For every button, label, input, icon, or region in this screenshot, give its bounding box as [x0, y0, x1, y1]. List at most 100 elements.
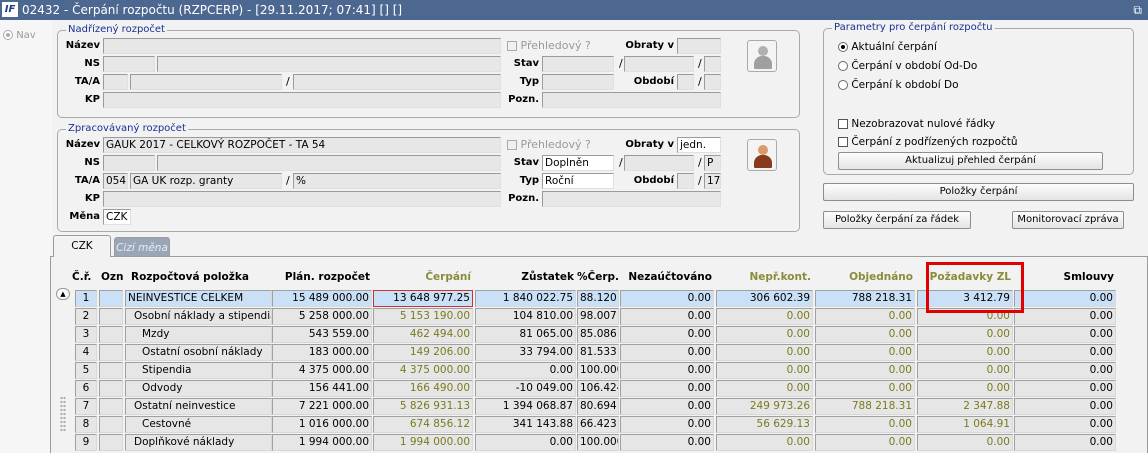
parent-stav-field-2[interactable] [624, 56, 694, 72]
radio-k-obdobi-icon[interactable] [838, 80, 848, 90]
cell-objednano[interactable]: 0.00 [815, 362, 915, 379]
proc-typ-field[interactable]: Roční [542, 173, 614, 189]
parent-stav-field-3[interactable] [704, 56, 721, 72]
cell-ozn[interactable] [99, 290, 123, 307]
cell-plan[interactable]: 4 375 000.00 [272, 362, 372, 379]
cell-neprkont[interactable]: 0.00 [716, 308, 813, 325]
cell-ozn[interactable] [99, 416, 123, 433]
cell-zustatek[interactable]: 33 794.00 [475, 344, 576, 361]
cell-item[interactable]: Stipendia [125, 362, 272, 379]
proc-obraty-field[interactable]: jedn. [677, 137, 721, 153]
cell-plan[interactable]: 156 441.00 [272, 380, 372, 397]
cell-neprkont[interactable]: 0.00 [716, 362, 813, 379]
cell-row-number[interactable]: 3 [75, 326, 97, 343]
parent-obraty-field[interactable] [677, 38, 721, 54]
cell-cerpani[interactable]: 4 375 000.00 [373, 362, 473, 379]
cell-row-number[interactable]: 6 [75, 380, 97, 397]
cell-pozadavky[interactable]: 0.00 [917, 362, 1013, 379]
proc-ns-field-2[interactable] [157, 155, 501, 171]
cell-plan[interactable]: 7 221 000.00 [272, 398, 372, 415]
parent-taa-field-1[interactable] [103, 74, 128, 90]
parent-obdobi-field-2[interactable] [704, 74, 721, 90]
parent-ns-field-2[interactable] [157, 56, 501, 72]
cell-pozadavky[interactable]: 0.00 [917, 344, 1013, 361]
cell-ozn[interactable] [99, 308, 123, 325]
cell-item[interactable]: Ostatní neinvestice [125, 398, 272, 415]
cell-cerpani[interactable]: 5 153 190.00 [373, 308, 473, 325]
cell-item[interactable]: Odvody [125, 380, 272, 397]
cell-neprkont[interactable]: 0.00 [716, 380, 813, 397]
check-nulove[interactable]: Nezobrazovat nulové řádky [838, 118, 995, 130]
tab-foreign-currency[interactable]: Cizí měna [114, 237, 170, 256]
cell-nezauctovano[interactable]: 0.00 [620, 290, 714, 307]
cell-item[interactable]: Cestovné [125, 416, 272, 433]
proc-taa-field-1[interactable]: 054 [103, 173, 128, 189]
cell-nezauctovano[interactable]: 0.00 [620, 398, 714, 415]
cell-ozn[interactable] [99, 326, 123, 343]
cell-row-number[interactable]: 9 [75, 434, 97, 451]
radio-aktualni[interactable]: Aktuální čerpání [838, 41, 937, 53]
cell-objednano[interactable]: 0.00 [815, 344, 915, 361]
cell-ozn[interactable] [99, 344, 123, 361]
cell-pct[interactable]: 85.086 [577, 326, 619, 343]
cell-smlouvy[interactable]: 0.00 [1014, 326, 1116, 343]
cell-neprkont[interactable]: 306 602.39 [716, 290, 813, 307]
cell-item[interactable]: Ostatní osobní náklady [125, 344, 272, 361]
check-podrizene[interactable]: Čerpání z podřízených rozpočtů [838, 136, 1018, 148]
cell-zustatek[interactable]: 1 394 068.87 [475, 398, 576, 415]
cell-objednano[interactable]: 0.00 [815, 326, 915, 343]
proc-taa-field-2[interactable]: GA UK rozp. granty [130, 173, 282, 189]
cell-plan[interactable]: 183 000.00 [272, 344, 372, 361]
cell-nezauctovano[interactable]: 0.00 [620, 344, 714, 361]
cell-item[interactable]: Mzdy [125, 326, 272, 343]
cell-row-number[interactable]: 1 [75, 290, 97, 307]
radio-od-do-icon[interactable] [838, 61, 848, 71]
parent-taa-field-2[interactable] [130, 74, 282, 90]
cell-smlouvy[interactable]: 0.00 [1014, 380, 1116, 397]
cell-zustatek[interactable]: 104 810.00 [475, 308, 576, 325]
cell-cerpani[interactable]: 166 490.00 [373, 380, 473, 397]
proc-pozn-field[interactable] [542, 191, 721, 207]
cell-row-number[interactable]: 8 [75, 416, 97, 433]
cell-cerpani[interactable]: 462 494.00 [373, 326, 473, 343]
cell-pct[interactable]: 106.424 [577, 380, 619, 397]
proc-stav-field[interactable]: Doplněn [542, 155, 614, 171]
nav-radio-icon[interactable] [3, 30, 13, 40]
proc-stav-field-2[interactable] [624, 155, 694, 171]
cell-nezauctovano[interactable]: 0.00 [620, 416, 714, 433]
proc-taa-field-3[interactable]: % [293, 173, 501, 189]
cell-row-number[interactable]: 2 [75, 308, 97, 325]
parent-typ-field[interactable] [542, 74, 614, 90]
cell-ozn[interactable] [99, 434, 123, 451]
cell-pct[interactable]: 81.533 [577, 344, 619, 361]
cell-row-number[interactable]: 4 [75, 344, 97, 361]
cell-zustatek[interactable]: 0.00 [475, 434, 576, 451]
radio-od-do[interactable]: Čerpání v období Od-Do [838, 60, 977, 72]
parent-prehledovy-checkbox[interactable] [507, 41, 517, 51]
cell-neprkont[interactable]: 249 973.26 [716, 398, 813, 415]
cell-ozn[interactable] [99, 380, 123, 397]
proc-prehledovy[interactable]: Přehledový ? [507, 137, 591, 153]
cell-pct[interactable]: 100.000 [577, 434, 619, 451]
proc-obdobi-field-1[interactable] [677, 173, 694, 189]
cell-zustatek[interactable]: 0.00 [475, 362, 576, 379]
cell-zustatek[interactable]: -10 049.00 [475, 380, 576, 397]
cell-pct[interactable]: 88.120 [577, 290, 619, 307]
scroll-grip-icon[interactable] [60, 396, 66, 432]
parent-obdobi-field-1[interactable] [677, 74, 694, 90]
cell-ozn[interactable] [99, 362, 123, 379]
cell-objednano[interactable]: 788 218.31 [815, 290, 915, 307]
processed-person-button[interactable] [747, 139, 777, 171]
parent-nazev-field[interactable] [103, 38, 501, 54]
cell-smlouvy[interactable]: 0.00 [1014, 308, 1116, 325]
cell-plan[interactable]: 5 258 000.00 [272, 308, 372, 325]
cell-pozadavky[interactable]: 0.00 [917, 434, 1013, 451]
cell-neprkont[interactable]: 0.00 [716, 434, 813, 451]
cell-plan[interactable]: 543 559.00 [272, 326, 372, 343]
proc-stav-field-3[interactable]: P [704, 155, 721, 171]
cell-pozadavky[interactable]: 2 347.88 [917, 398, 1013, 415]
cell-pct[interactable]: 66.423 [577, 416, 619, 433]
cell-smlouvy[interactable]: 0.00 [1014, 416, 1116, 433]
cell-pct[interactable]: 100.000 [577, 362, 619, 379]
cell-smlouvy[interactable]: 0.00 [1014, 434, 1116, 451]
